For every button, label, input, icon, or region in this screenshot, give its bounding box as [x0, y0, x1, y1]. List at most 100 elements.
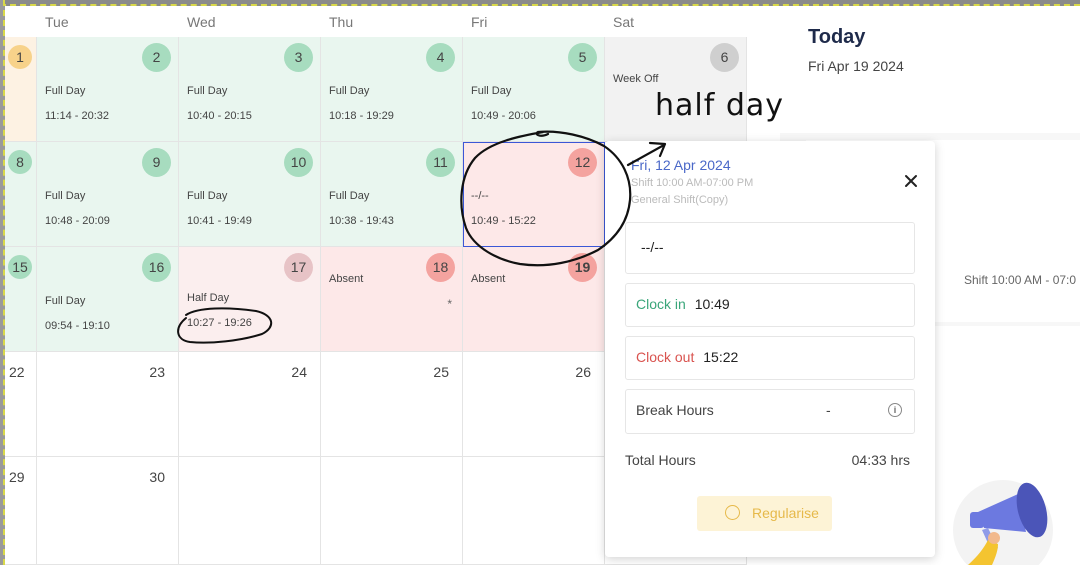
- annotation-text: half day: [655, 88, 785, 123]
- info-icon[interactable]: i: [888, 403, 902, 417]
- day-time: 09:54 - 19:10: [45, 320, 110, 332]
- day-cell[interactable]: 30: [37, 457, 179, 565]
- day-cell[interactable]: 19 Absent: [463, 247, 605, 352]
- day-time: 10:49 - 20:06: [471, 110, 536, 122]
- attendance-detail-popup: Fri, 12 Apr 2024 Shift 10:00 AM-07:00 PM…: [605, 141, 935, 557]
- day-number: 18: [426, 253, 455, 282]
- day-number: 29: [9, 469, 25, 485]
- day-cell[interactable]: 24: [179, 352, 321, 457]
- clock-out-value: 15:22: [703, 349, 739, 365]
- popup-date: Fri, 12 Apr 2024: [631, 157, 731, 173]
- day-time: 10:49 - 15:22: [471, 215, 536, 227]
- day-number: 1: [8, 45, 32, 69]
- day-cell[interactable]: [463, 457, 605, 565]
- day-number: 10: [284, 148, 313, 177]
- day-number: 16: [142, 253, 171, 282]
- popup-shift-name: General Shift(Copy): [631, 194, 729, 206]
- window-frame-top: [0, 0, 1080, 6]
- clock-in-value: 10:49: [694, 296, 730, 312]
- day-number: 30: [149, 469, 165, 485]
- day-status: Full Day: [45, 295, 86, 307]
- day-status: Full Day: [187, 190, 228, 202]
- day-cell[interactable]: 8: [5, 142, 37, 247]
- day-cell[interactable]: [321, 457, 463, 565]
- day-cell[interactable]: 11 Full Day 10:38 - 19:43: [321, 142, 463, 247]
- day-cell[interactable]: [179, 457, 321, 565]
- day-number: 3: [284, 43, 313, 72]
- weekday-header-fri: Fri: [471, 14, 488, 30]
- day-number: 22: [9, 364, 25, 380]
- day-status: Full Day: [187, 85, 228, 97]
- day-number: 8: [8, 150, 32, 174]
- popup-shift-time: Shift 10:00 AM-07:00 PM: [631, 177, 754, 189]
- close-icon[interactable]: [901, 171, 921, 191]
- clock-in-label: Clock in: [636, 296, 686, 312]
- day-number: 19: [568, 253, 597, 282]
- day-cell[interactable]: 2 Full Day 11:14 - 20:32: [37, 37, 179, 142]
- day-cell[interactable]: 17 Half Day 10:27 - 19:26: [179, 247, 321, 352]
- clock-out-row: Clock out 15:22: [625, 336, 915, 380]
- regularise-button[interactable]: Regularise: [697, 496, 832, 531]
- day-number: 23: [149, 364, 165, 380]
- popup-status: --/--: [641, 239, 664, 255]
- day-time: 10:27 - 19:26: [187, 317, 252, 329]
- day-cell-selected[interactable]: 12 --/-- 10:49 - 15:22: [463, 142, 605, 247]
- total-hours-label: Total Hours: [625, 452, 696, 468]
- day-cell[interactable]: 5 Full Day 10:49 - 20:06: [463, 37, 605, 142]
- clock-out-label: Clock out: [636, 349, 695, 365]
- day-cell[interactable]: 9 Full Day 10:48 - 20:09: [37, 142, 179, 247]
- break-hours-value: -: [826, 402, 831, 418]
- day-cell[interactable]: 22: [5, 352, 37, 457]
- day-number: 11: [426, 148, 455, 177]
- break-hours-label: Break Hours: [636, 402, 714, 418]
- day-status: --/--: [471, 190, 489, 202]
- day-cell[interactable]: 10 Full Day 10:41 - 19:49: [179, 142, 321, 247]
- day-status: Week Off: [613, 73, 659, 85]
- day-cell[interactable]: 3 Full Day 10:40 - 20:15: [179, 37, 321, 142]
- day-cell[interactable]: 18 Absent *: [321, 247, 463, 352]
- day-number: 6: [710, 43, 739, 72]
- day-cell[interactable]: 4 Full Day 10:18 - 19:29: [321, 37, 463, 142]
- day-number: 26: [575, 364, 591, 380]
- day-cell[interactable]: 23: [37, 352, 179, 457]
- day-time: 10:40 - 20:15: [187, 110, 252, 122]
- total-hours-value: 04:33 hrs: [851, 452, 910, 468]
- day-status: Full Day: [471, 85, 512, 97]
- day-cell[interactable]: 29: [5, 457, 37, 565]
- day-status: Full Day: [45, 190, 86, 202]
- clock-in-row-content: Clock in 10:49: [636, 296, 730, 312]
- regularise-icon: [725, 505, 740, 520]
- popup-status-box: --/--: [625, 222, 915, 274]
- day-status: Full Day: [45, 85, 86, 97]
- megaphone-icon[interactable]: [948, 470, 1058, 565]
- day-cell[interactable]: 1: [5, 37, 37, 142]
- day-number: 15: [8, 255, 32, 279]
- day-number: 24: [291, 364, 307, 380]
- day-cell[interactable]: 25: [321, 352, 463, 457]
- day-time: 10:18 - 19:29: [329, 110, 394, 122]
- day-cell[interactable]: 15: [5, 247, 37, 352]
- weekday-header-sat: Sat: [613, 14, 635, 30]
- day-number: 5: [568, 43, 597, 72]
- total-hours-row: Total Hours 04:33 hrs: [625, 452, 910, 468]
- day-marker: *: [447, 297, 452, 311]
- break-hours-row: Break Hours - i: [625, 389, 915, 434]
- day-status: Full Day: [329, 85, 370, 97]
- day-number: 12: [568, 148, 597, 177]
- day-status: Full Day: [329, 190, 370, 202]
- clock-in-row: Clock in 10:49: [625, 283, 915, 327]
- day-status: Absent: [471, 273, 506, 285]
- day-status: Half Day: [187, 292, 230, 304]
- day-time: 11:14 - 20:32: [45, 110, 110, 122]
- day-cell[interactable]: 16 Full Day 09:54 - 19:10: [37, 247, 179, 352]
- day-number: 4: [426, 43, 455, 72]
- weekday-header-thu: Thu: [329, 14, 354, 30]
- day-number: 17: [284, 253, 313, 282]
- regularise-label: Regularise: [752, 505, 819, 521]
- clock-out-row-content: Clock out 15:22: [636, 349, 738, 365]
- day-cell[interactable]: 26: [463, 352, 605, 457]
- day-number: 25: [433, 364, 449, 380]
- day-time: 10:38 - 19:43: [329, 215, 394, 227]
- day-number: 2: [142, 43, 171, 72]
- weekday-header-wed: Wed: [187, 14, 216, 30]
